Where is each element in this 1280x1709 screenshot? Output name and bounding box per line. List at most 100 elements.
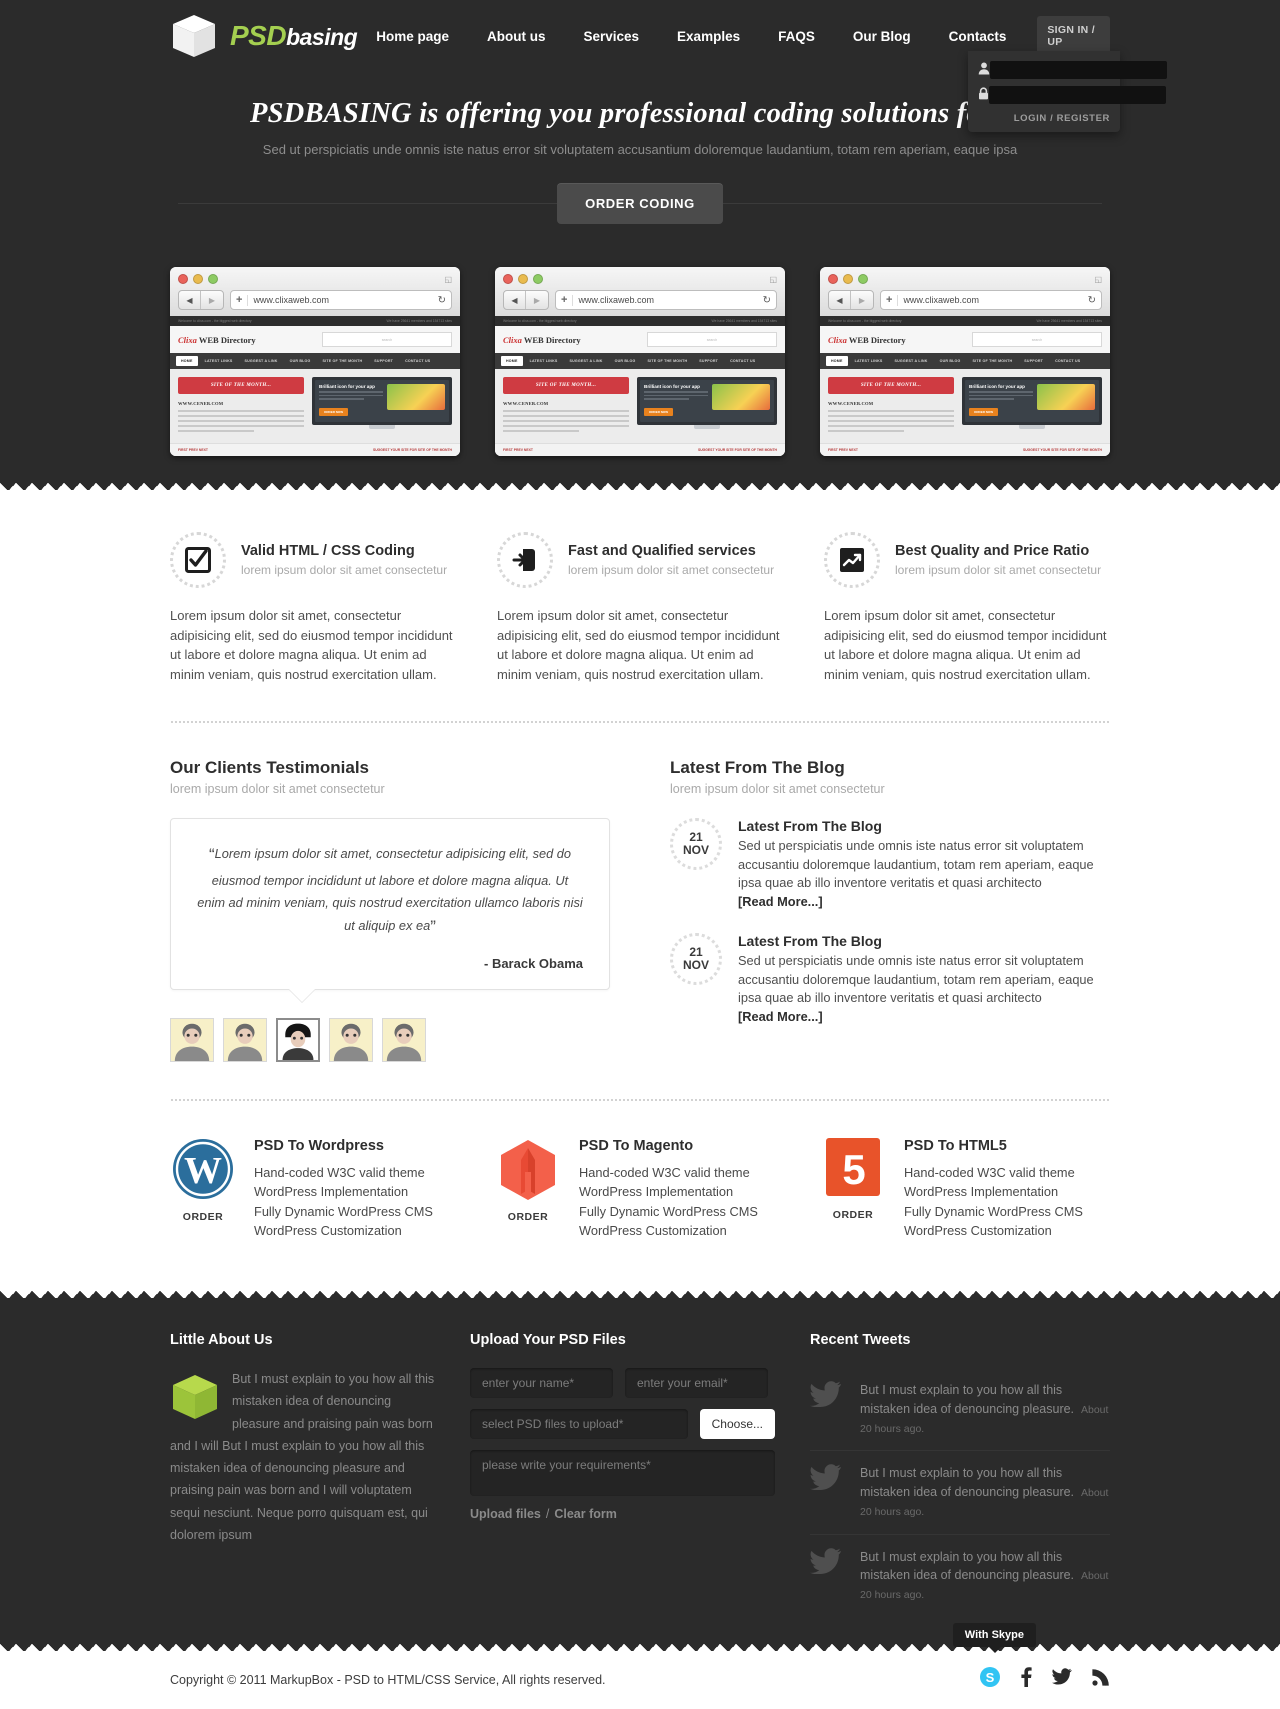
mockup-nav-site-of-the-month[interactable]: SITE OF THE MONTH [643,356,693,366]
close-icon[interactable] [828,274,838,284]
mockup-nav-suggest-a-link[interactable]: SUGGEST A LINK [889,356,932,366]
maximize-icon[interactable] [533,274,543,284]
name-input[interactable] [470,1368,613,1399]
minimize-icon[interactable] [518,274,528,284]
mockup-search-input[interactable]: search [972,332,1102,347]
skype-icon[interactable]: S [980,1667,1000,1692]
forward-icon[interactable]: ▶ [201,291,223,309]
order-coding-button[interactable]: ORDER CODING [557,182,723,224]
twitter-icon[interactable] [1052,1668,1072,1691]
requirements-textarea[interactable] [470,1450,775,1497]
mockup-footer-right[interactable]: SUGGEST YOUR SITE FOR SITE OF THE MONTH [1023,448,1102,452]
mockup-footer-right[interactable]: SUGGEST YOUR SITE FOR SITE OF THE MONTH [698,448,777,452]
refresh-icon[interactable]: ↻ [1088,295,1096,306]
mockup-monitor-button[interactable]: ORDER NOW [969,407,999,416]
maximize-icon[interactable] [858,274,868,284]
close-icon[interactable] [178,274,188,284]
email-input[interactable] [625,1368,768,1399]
refresh-icon[interactable]: ↻ [438,295,446,306]
add-tab-icon[interactable]: + [886,294,892,306]
avatar[interactable] [170,1018,214,1063]
register-link[interactable]: REGISTER [1057,113,1110,124]
service-order-label[interactable]: ORDER [170,1211,236,1223]
username-input[interactable] [990,61,1167,79]
facebook-icon[interactable] [1020,1667,1032,1692]
nav-item-our-blog[interactable]: Our Blog [834,23,930,50]
mockup-nav-our-blog[interactable]: OUR BLOG [285,356,316,366]
expand-icon[interactable]: ◱ [769,275,777,284]
forward-icon[interactable]: ▶ [526,291,548,309]
mockup-footer-right[interactable]: SUGGEST YOUR SITE FOR SITE OF THE MONTH [373,448,452,452]
magento-logo[interactable] [499,1140,557,1204]
browser-mockup[interactable]: ◱ ◀ ▶ + www.clixaweb.com ↻ Welcome to cl… [495,267,785,456]
blog-post[interactable]: 21 NOV Latest From The Blog Sed ut persp… [670,818,1110,911]
mockup-nav-site-of-the-month[interactable]: SITE OF THE MONTH [318,356,368,366]
mockup-nav-suggest-a-link[interactable]: SUGGEST A LINK [239,356,282,366]
nav-item-about-us[interactable]: About us [468,23,565,50]
mockup-footer-left[interactable]: FIRST PREV NEXT [178,448,208,452]
login-link[interactable]: LOGIN [1014,113,1047,124]
avatar[interactable] [382,1018,426,1063]
close-icon[interactable] [503,274,513,284]
nav-item-examples[interactable]: Examples [658,23,759,50]
mockup-search-input[interactable]: search [647,332,777,347]
avatar[interactable] [276,1018,320,1063]
file-input[interactable] [470,1409,688,1440]
address-bar[interactable]: + www.clixaweb.com ↻ [230,290,452,310]
mockup-nav-support[interactable]: SUPPORT [694,356,723,366]
forward-icon[interactable]: ▶ [851,291,873,309]
nav-item-home-page[interactable]: Home page [357,23,468,50]
mockup-nav-our-blog[interactable]: OUR BLOG [935,356,966,366]
choose-file-button[interactable]: Choose... [699,1409,775,1440]
mockup-nav-home[interactable]: HOME [826,356,848,366]
back-icon[interactable]: ◀ [829,291,851,309]
browser-mockup[interactable]: ◱ ◀ ▶ + www.clixaweb.com ↻ Welcome to cl… [170,267,460,456]
mockup-monitor-button[interactable]: ORDER NOW [644,407,674,416]
expand-icon[interactable]: ◱ [444,275,452,284]
address-bar[interactable]: + www.clixaweb.com ↻ [555,290,777,310]
tweet-item[interactable]: But I must explain to you how all this m… [810,1535,1110,1617]
mockup-nav-latest-links[interactable]: LATEST LINKS [850,356,888,366]
mockup-footer-left[interactable]: FIRST PREV NEXT [503,448,533,452]
minimize-icon[interactable] [193,274,203,284]
tweet-item[interactable]: But I must explain to you how all this m… [810,1368,1110,1452]
wordpress-logo[interactable]: W [172,1139,234,1204]
add-tab-icon[interactable]: + [561,294,567,306]
tweet-item[interactable]: But I must explain to you how all this m… [810,1451,1110,1535]
service-order-label[interactable]: ORDER [495,1211,561,1223]
read-more-link[interactable]: [Read More...] [738,894,823,909]
mockup-nav-contact-us[interactable]: CONTACT US [1050,356,1085,366]
html5-logo[interactable]: 5 [824,1138,882,1202]
rss-icon[interactable] [1092,1668,1110,1691]
mockup-search-input[interactable]: search [322,332,452,347]
clear-form-link[interactable]: Clear form [554,1507,617,1521]
mockup-nav-home[interactable]: HOME [176,356,198,366]
nav-item-services[interactable]: Services [564,23,658,50]
back-icon[interactable]: ◀ [179,291,201,309]
refresh-icon[interactable]: ↻ [763,295,771,306]
nav-item-faqs[interactable]: FAQS [759,23,834,50]
mockup-nav-latest-links[interactable]: LATEST LINKS [525,356,563,366]
upload-files-link[interactable]: Upload files [470,1507,541,1521]
mockup-nav-home[interactable]: HOME [501,356,523,366]
mockup-nav-suggest-a-link[interactable]: SUGGEST A LINK [564,356,607,366]
mockup-nav-support[interactable]: SUPPORT [1019,356,1048,366]
address-bar[interactable]: + www.clixaweb.com ↻ [880,290,1102,310]
browser-mockup[interactable]: ◱ ◀ ▶ + www.clixaweb.com ↻ Welcome to cl… [820,267,1110,456]
logo[interactable]: PSDbasing [170,12,358,60]
read-more-link[interactable]: [Read More...] [738,1009,823,1024]
avatar[interactable] [329,1018,373,1063]
sign-in-up-button[interactable]: SIGN IN / UP [1037,16,1110,56]
mockup-nav-site-of-the-month[interactable]: SITE OF THE MONTH [968,356,1018,366]
expand-icon[interactable]: ◱ [1094,275,1102,284]
mockup-nav-our-blog[interactable]: OUR BLOG [610,356,641,366]
avatar[interactable] [223,1018,267,1063]
blog-post[interactable]: 21 NOV Latest From The Blog Sed ut persp… [670,933,1110,1026]
minimize-icon[interactable] [843,274,853,284]
mockup-nav-contact-us[interactable]: CONTACT US [725,356,760,366]
mockup-nav-latest-links[interactable]: LATEST LINKS [200,356,238,366]
service-order-label[interactable]: ORDER [820,1209,886,1221]
mockup-nav-support[interactable]: SUPPORT [369,356,398,366]
mockup-monitor-button[interactable]: ORDER NOW [319,407,349,416]
maximize-icon[interactable] [208,274,218,284]
